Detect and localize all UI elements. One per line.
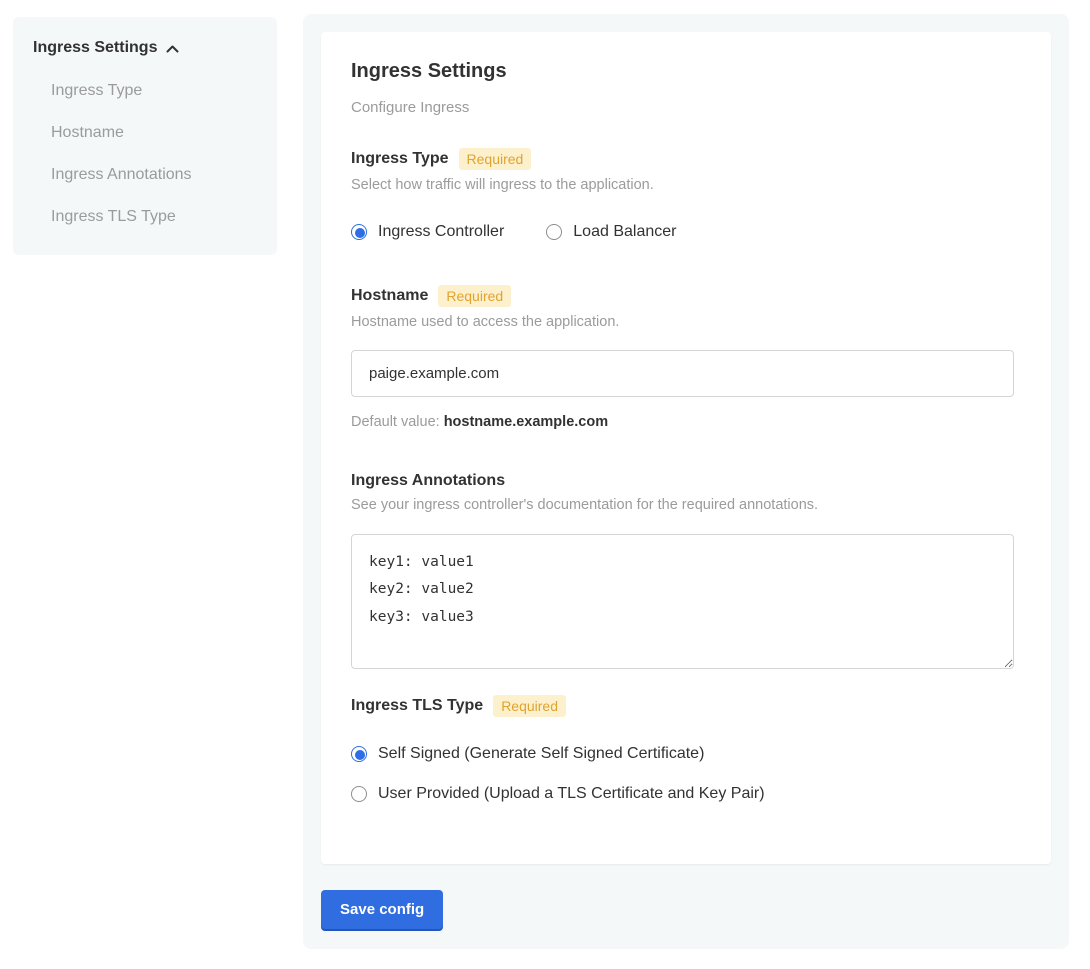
radio-user-provided[interactable]: User Provided (Upload a TLS Certificate … (351, 785, 1021, 803)
sidebar-group-ingress-settings[interactable]: Ingress Settings (33, 39, 257, 57)
required-badge: Required (493, 695, 566, 717)
radio-icon (546, 224, 562, 240)
page: Ingress Settings Ingress Type Hostname I… (0, 0, 1090, 969)
radio-icon (351, 786, 367, 802)
radio-label: Ingress Controller (378, 223, 504, 241)
chevron-up-icon (166, 45, 179, 53)
section-ingress-tls-type: Ingress TLS Type Required Self Signed (G… (351, 695, 1021, 803)
hostname-help: Hostname used to access the application. (351, 314, 1021, 330)
radio-ingress-controller[interactable]: Ingress Controller (351, 223, 504, 241)
radio-load-balancer[interactable]: Load Balancer (546, 223, 676, 241)
section-ingress-annotations: Ingress Annotations See your ingress con… (351, 472, 1021, 669)
default-value-label: Default value: (351, 414, 440, 430)
hostname-title: Hostname (351, 287, 428, 305)
sidebar-item-hostname[interactable]: Hostname (51, 125, 257, 141)
ingress-type-help: Select how traffic will ingress to the a… (351, 177, 1021, 193)
radio-self-signed[interactable]: Self Signed (Generate Self Signed Certif… (351, 745, 1021, 763)
sidebar-group-title: Ingress Settings (33, 39, 157, 57)
tls-type-radio-group: Self Signed (Generate Self Signed Certif… (351, 745, 1021, 803)
radio-icon (351, 224, 367, 240)
ingress-type-title: Ingress Type (351, 150, 449, 168)
config-main-panel: Ingress Settings Configure Ingress Ingre… (303, 14, 1069, 949)
config-card: Ingress Settings Configure Ingress Ingre… (321, 32, 1051, 864)
save-config-button[interactable]: Save config (321, 890, 443, 929)
section-ingress-type: Ingress Type Required Select how traffic… (351, 148, 1021, 241)
config-nav-sidebar: Ingress Settings Ingress Type Hostname I… (13, 17, 277, 255)
radio-label: Self Signed (Generate Self Signed Certif… (378, 745, 704, 763)
required-badge: Required (459, 148, 532, 170)
hostname-default-line: Default value: hostname.example.com (351, 414, 1021, 430)
radio-label: Load Balancer (573, 223, 676, 241)
annotations-textarea[interactable]: key1: value1 key2: value2 key3: value3 (351, 534, 1014, 669)
sidebar-item-ingress-tls-type[interactable]: Ingress TLS Type (51, 209, 257, 225)
default-value-text: hostname.example.com (444, 414, 608, 430)
page-title: Ingress Settings (351, 60, 1021, 83)
ingress-type-radio-group: Ingress Controller Load Balancer (351, 223, 1021, 241)
sidebar-item-ingress-type[interactable]: Ingress Type (51, 83, 257, 99)
radio-label: User Provided (Upload a TLS Certificate … (378, 785, 765, 803)
radio-icon (351, 746, 367, 762)
section-hostname: Hostname Required Hostname used to acces… (351, 285, 1021, 430)
tls-type-title: Ingress TLS Type (351, 697, 483, 715)
sidebar-item-ingress-annotations[interactable]: Ingress Annotations (51, 167, 257, 183)
required-badge: Required (438, 285, 511, 307)
hostname-input[interactable] (351, 350, 1014, 397)
page-subtitle: Configure Ingress (351, 99, 1021, 116)
annotations-help: See your ingress controller's documentat… (351, 497, 1021, 513)
annotations-title: Ingress Annotations (351, 472, 505, 490)
